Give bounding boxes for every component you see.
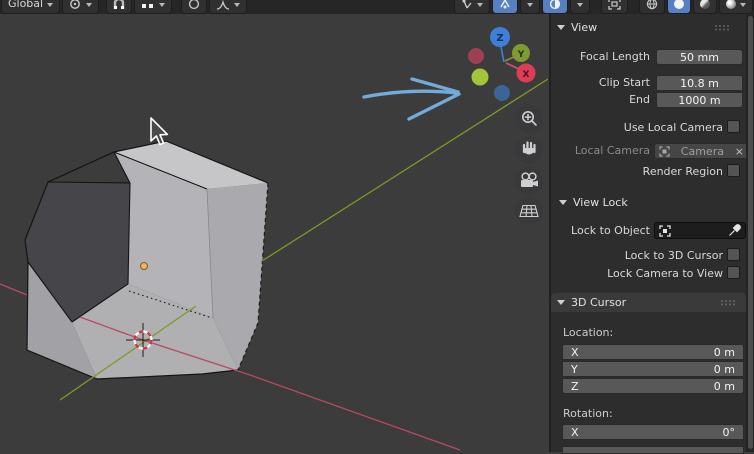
xray-dropdown[interactable] <box>570 0 590 14</box>
render-region-checkbox[interactable] <box>727 164 740 177</box>
gizmo-neg-x-ball[interactable] <box>468 48 484 64</box>
view-panel-header[interactable]: View <box>557 19 740 35</box>
chevron-down-icon <box>577 3 583 7</box>
cursor-location-x-field[interactable]: X 0 m <box>562 344 744 360</box>
show-overlays-toggle[interactable] <box>492 0 518 14</box>
clear-camera-icon[interactable]: × <box>735 145 744 158</box>
proportional-editing-icon <box>188 0 200 10</box>
camera-data-icon <box>659 145 670 157</box>
wireframe-sphere-icon <box>646 0 658 10</box>
overlays-dropdown[interactable] <box>520 0 540 14</box>
transform-orientation-label: Global <box>8 0 44 10</box>
transform-orientation-dropdown[interactable]: Global <box>1 0 61 14</box>
render-region-icon <box>608 0 621 10</box>
rendered-sphere-icon <box>726 0 736 9</box>
sidebar-scrollbar-thumb[interactable] <box>748 16 753 449</box>
render-region-label: Render Region <box>642 165 723 178</box>
pivot-point-dropdown[interactable] <box>62 0 100 14</box>
cursor-location-y-field[interactable]: Y 0 m <box>562 361 744 377</box>
gizmo-neg-y-ball[interactable] <box>471 68 489 86</box>
gizmo-x-label: X <box>523 70 530 80</box>
chevron-down-icon <box>234 3 241 7</box>
clip-start-label: Clip Start <box>598 76 650 89</box>
chevron-down-icon <box>527 3 533 7</box>
chevron-down-icon <box>47 3 54 7</box>
use-local-camera-label: Use Local Camera <box>623 121 723 134</box>
local-camera-field[interactable]: Camera × <box>654 143 749 159</box>
collapse-triangle-icon <box>557 24 565 30</box>
chevron-down-icon <box>159 3 166 7</box>
shading-material-button[interactable] <box>693 0 717 14</box>
falloff-curve-icon <box>217 0 230 10</box>
view-lock-subpanel-header[interactable]: View Lock <box>559 194 740 210</box>
cursor-location-z-field[interactable]: Z 0 m <box>562 378 744 394</box>
eyedropper-icon[interactable] <box>728 224 741 237</box>
blender-window: { "topbar": { "orientation": "Global" },… <box>0 0 754 454</box>
gizmo-z-label: Z <box>496 33 503 44</box>
pivot-point-icon <box>70 0 80 9</box>
show-gizmo-dropdown[interactable] <box>454 0 490 14</box>
collapse-triangle-icon <box>557 300 565 305</box>
clip-end-label: End <box>629 93 650 106</box>
lock-to-3d-cursor-label: Lock to 3D Cursor <box>624 249 723 262</box>
proportional-falloff-dropdown[interactable] <box>209 0 248 14</box>
shading-solid-button[interactable] <box>667 0 691 14</box>
object-data-icon <box>659 224 671 237</box>
local-camera-value: Camera <box>680 144 724 158</box>
material-sphere-icon <box>700 0 710 9</box>
solid-sphere-icon <box>674 0 684 9</box>
snap-increment-icon <box>142 4 154 8</box>
panel-drag-grip-icon[interactable] <box>720 299 736 306</box>
proportional-editing-toggle[interactable] <box>181 0 208 14</box>
snap-toggle-button[interactable] <box>106 0 133 14</box>
panel-drag-grip-icon[interactable] <box>714 24 730 31</box>
collapse-triangle-icon <box>559 199 567 205</box>
location-label: Location: <box>563 326 614 339</box>
gizmo-neg-z-ball[interactable] <box>494 85 510 101</box>
cursor-3d-panel-title: 3D Cursor <box>571 296 627 309</box>
cursor-rotation-x-field[interactable]: X 0° <box>562 424 744 440</box>
zoom-button[interactable] <box>515 105 543 133</box>
shading-wireframe-button[interactable] <box>639 0 665 14</box>
lock-to-3d-cursor-checkbox[interactable] <box>727 248 740 261</box>
lock-camera-to-view-label: Lock Camera to View <box>607 267 723 280</box>
gizmo-y-label: Y <box>517 50 525 60</box>
magnet-icon <box>113 0 125 9</box>
camera-view-button[interactable] <box>515 167 543 195</box>
view-panel-title: View <box>571 20 598 34</box>
view-lock-title: View Lock <box>573 195 628 209</box>
focal-length-field[interactable]: 50 mm <box>656 49 743 65</box>
grid-ortho-button[interactable] <box>515 197 543 225</box>
lock-to-object-label: Lock to Object <box>571 224 650 237</box>
snap-settings-dropdown[interactable] <box>134 0 173 14</box>
xray-icon <box>549 0 561 10</box>
lock-camera-to-view-checkbox[interactable] <box>727 266 740 279</box>
viewport-canvas[interactable]: Z Y X <box>0 0 548 452</box>
shading-rendered-button[interactable] <box>719 0 753 14</box>
sidebar-scrollbar-track[interactable] <box>746 13 754 452</box>
viewport-header-toolbar: Global <box>0 0 754 14</box>
render-region-button[interactable] <box>601 0 628 14</box>
gizmo-icon <box>462 0 472 9</box>
lock-to-object-field[interactable] <box>654 222 746 239</box>
chevron-down-icon <box>740 3 746 7</box>
pan-button[interactable] <box>515 136 543 164</box>
xray-toggle[interactable] <box>542 0 568 14</box>
clip-end-field[interactable]: 1000 m <box>656 92 743 108</box>
chevron-down-icon <box>477 3 483 7</box>
cursor-rotation-y-field-partial[interactable] <box>562 446 744 454</box>
object-origin-dot <box>140 262 148 270</box>
overlays-icon <box>500 0 510 9</box>
use-local-camera-checkbox[interactable] <box>727 120 740 133</box>
sidebar-view-tab-panel: View Focal Length 50 mm Clip Start 10.8 … <box>549 13 754 454</box>
focal-length-label: Focal Length <box>580 50 650 63</box>
chevron-down-icon <box>86 3 93 7</box>
cursor-3d-panel-header[interactable]: 3D Cursor <box>551 293 746 312</box>
rotation-label: Rotation: <box>563 407 613 420</box>
clip-start-field[interactable]: 10.8 m <box>656 75 743 91</box>
local-camera-label: Local Camera <box>574 144 650 157</box>
